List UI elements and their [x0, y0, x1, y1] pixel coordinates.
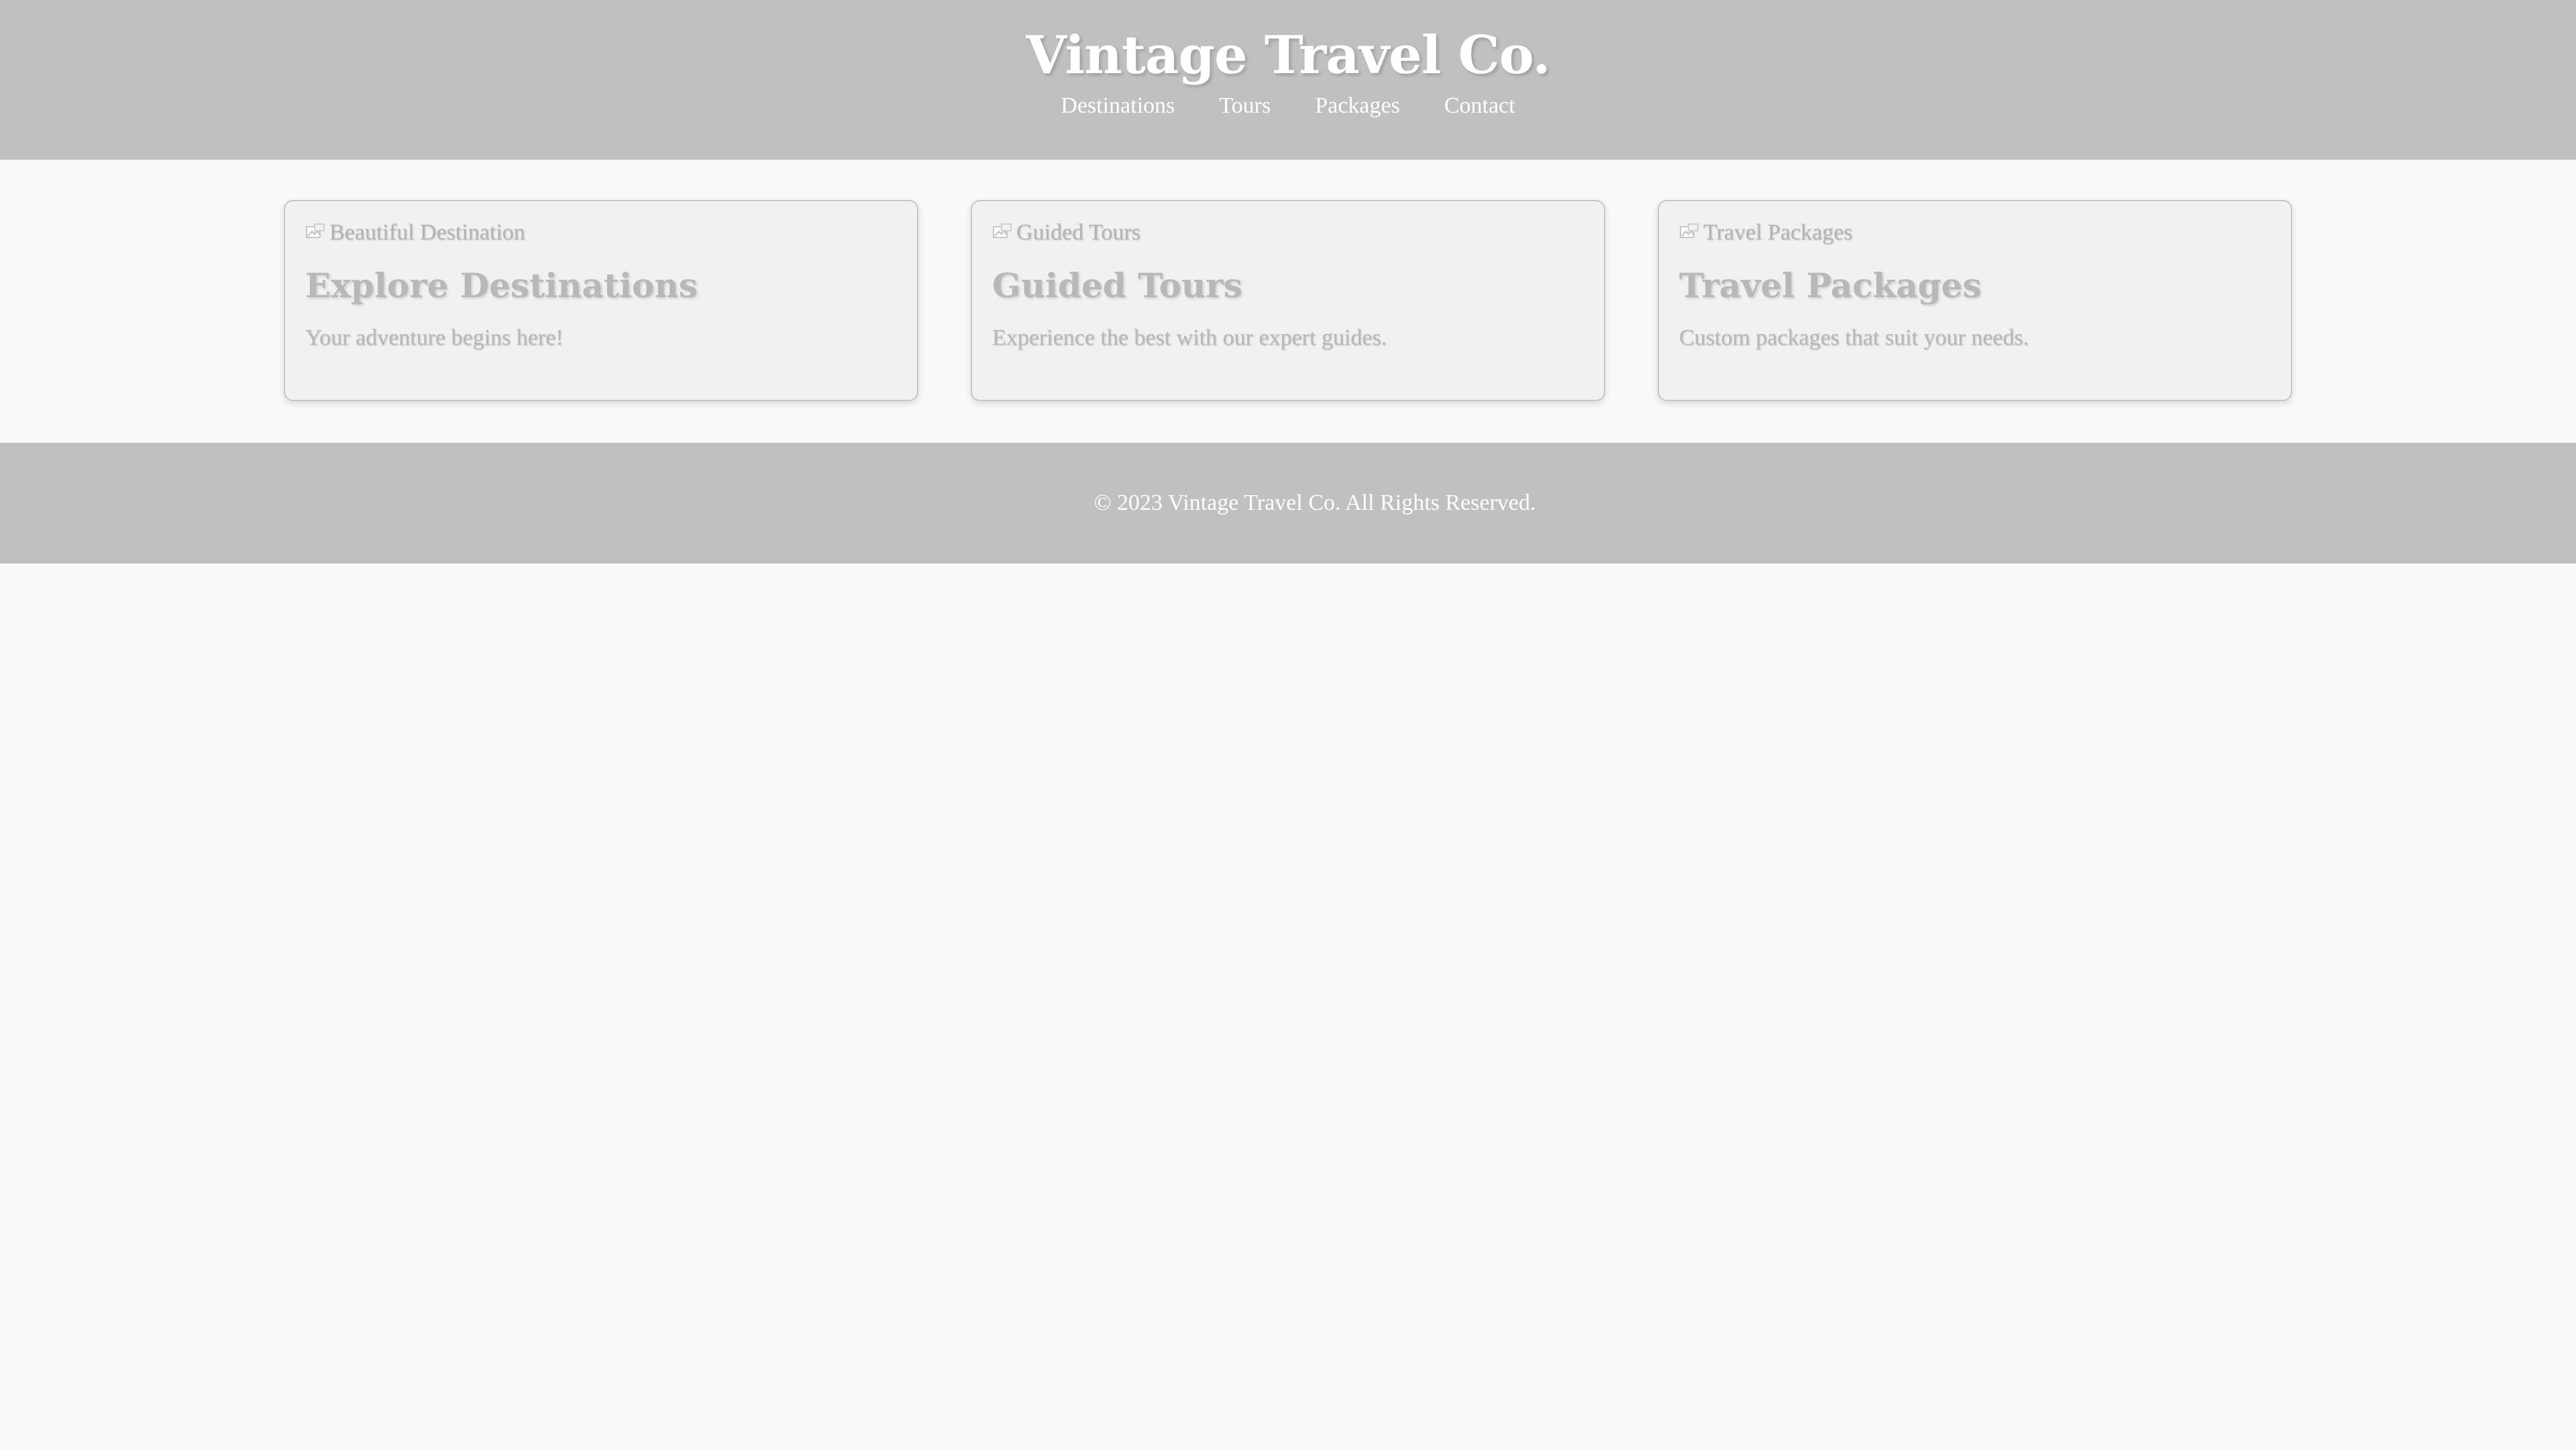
card-title: Guided Tours [992, 266, 1242, 305]
broken-image-icon [305, 223, 325, 243]
card-description: Experience the best with our expert guid… [992, 325, 1387, 350]
card-image-placeholder: Beautiful Destination [305, 216, 897, 250]
main-nav: Destinations Tours Packages Contact [0, 90, 2576, 122]
nav-link-destinations[interactable]: Destinations [1061, 90, 1175, 122]
copyright-text: © 2023 Vintage Travel Co. All Rights Res… [1093, 490, 1536, 515]
nav-link-contact[interactable]: Contact [1444, 90, 1515, 122]
main-content: Beautiful Destination Explore Destinatio… [0, 160, 2576, 443]
nav-link-tours[interactable]: Tours [1219, 90, 1271, 122]
card-title: Explore Destinations [305, 266, 698, 305]
site-title: Vintage Travel Co. [1026, 25, 1550, 86]
card-description: Your adventure begins here! [305, 325, 564, 350]
image-alt-text: Travel Packages [1703, 220, 1853, 245]
image-alt-text: Beautiful Destination [329, 220, 525, 245]
card-description: Custom packages that suit your needs. [1679, 325, 2029, 350]
card-travel-packages[interactable]: Travel Packages Travel Packages Custom p… [1658, 200, 2292, 401]
card-guided-tours[interactable]: Guided Tours Guided Tours Experience the… [971, 200, 1605, 401]
card-title: Travel Packages [1679, 266, 1982, 305]
card-image-placeholder: Guided Tours [992, 216, 1584, 250]
card-image-placeholder: Travel Packages [1679, 216, 2271, 250]
site-footer: © 2023 Vintage Travel Co. All Rights Res… [0, 443, 2576, 564]
broken-image-icon [1679, 223, 1699, 243]
image-alt-text: Guided Tours [1016, 220, 1140, 245]
broken-image-icon [992, 223, 1012, 243]
nav-link-packages[interactable]: Packages [1315, 90, 1400, 122]
card-destinations[interactable]: Beautiful Destination Explore Destinatio… [284, 200, 918, 401]
site-header: Vintage Travel Co. Destinations Tours Pa… [0, 0, 2576, 160]
